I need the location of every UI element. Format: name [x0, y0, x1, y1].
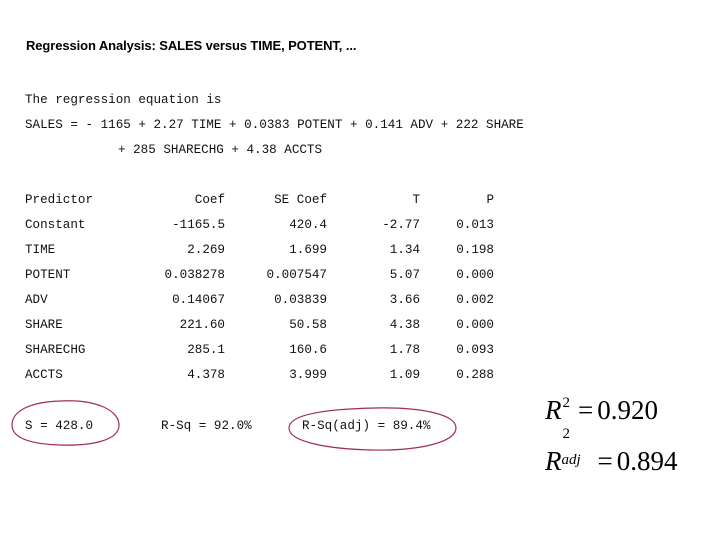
cell-predictor: SHARE	[25, 318, 63, 332]
table-row: POTENT 0.038278 0.007547 5.07 0.000	[25, 268, 494, 293]
coefficient-table: Predictor Coef SE Coef T P Constant -116…	[25, 193, 494, 393]
r-squared-adj-value: 0.894	[616, 446, 678, 476]
header-se-coef: SE Coef	[274, 193, 327, 207]
cell-coef: 4.378	[187, 368, 225, 382]
cell-p: 0.288	[456, 368, 494, 382]
equals-sign: =	[578, 395, 594, 425]
cell-predictor: TIME	[25, 243, 56, 257]
cell-predictor: Constant	[25, 218, 86, 232]
header-t: T	[412, 193, 420, 207]
table-row: SHARECHG 285.1 160.6 1.78 0.093	[25, 343, 494, 368]
r-adj-scripts: 2 adj	[561, 426, 590, 470]
cell-t: 3.66	[389, 293, 420, 307]
cell-se-coef: 0.007547	[266, 268, 327, 282]
cell-se-coef: 1.699	[289, 243, 327, 257]
cell-predictor: ACCTS	[25, 368, 63, 382]
table-row: TIME 2.269 1.699 1.34 0.198	[25, 243, 494, 268]
equation-line-1: SALES = - 1165 + 2.27 TIME + 0.0383 POTE…	[25, 118, 524, 132]
equation-intro: The regression equation is	[25, 93, 222, 107]
cell-se-coef: 160.6	[289, 343, 327, 357]
cell-p: 0.093	[456, 343, 494, 357]
cell-p: 0.002	[456, 293, 494, 307]
table-row: ADV 0.14067 0.03839 3.66 0.002	[25, 293, 494, 318]
table-row: Constant -1165.5 420.4 -2.77 0.013	[25, 218, 494, 243]
cell-t: 4.38	[389, 318, 420, 332]
r-squared-adj-formula: R 2 adj = 0.894	[545, 426, 678, 477]
cell-t: 1.78	[389, 343, 420, 357]
cell-se-coef: 0.03839	[274, 293, 327, 307]
header-predictor: Predictor	[25, 193, 94, 207]
cell-coef: 285.1	[187, 343, 225, 357]
cell-se-coef: 420.4	[289, 218, 327, 232]
header-coef: Coef	[194, 193, 225, 207]
cell-predictor: POTENT	[25, 268, 71, 282]
r-squared-value: 0.920	[597, 395, 658, 425]
cell-t: 1.34	[389, 243, 420, 257]
r-superscript: 2	[562, 426, 571, 442]
cell-p: 0.198	[456, 243, 494, 257]
summary-s: S = 428.0	[25, 419, 94, 433]
cell-se-coef: 50.58	[289, 318, 327, 332]
table-header-row: Predictor Coef SE Coef T P	[25, 193, 494, 218]
summary-r-sq-adj: R-Sq(adj) = 89.4%	[302, 419, 431, 433]
table-row: SHARE 221.60 50.58 4.38 0.000	[25, 318, 494, 343]
cell-coef: 2.269	[187, 243, 225, 257]
summary-r-sq: R-Sq = 92.0%	[161, 419, 252, 433]
equation-line-2: + 285 SHARECHG + 4.38 ACCTS	[118, 143, 323, 157]
equals-sign: =	[597, 446, 613, 476]
cell-t: 5.07	[389, 268, 420, 282]
r-subscript-adj: adj	[561, 452, 581, 468]
cell-predictor: ADV	[25, 293, 48, 307]
cell-coef: 221.60	[179, 318, 225, 332]
r-symbol: R	[545, 446, 562, 476]
cell-p: 0.013	[456, 218, 494, 232]
report-title: Regression Analysis: SALES versus TIME, …	[26, 38, 357, 53]
cell-p: 0.000	[456, 268, 494, 282]
cell-t: -2.77	[382, 218, 420, 232]
r-symbol: R	[545, 395, 562, 425]
cell-predictor: SHARECHG	[25, 343, 86, 357]
table-row: ACCTS 4.378 3.999 1.09 0.288	[25, 368, 494, 393]
r-superscript: 2	[562, 395, 571, 411]
r-squared-formula: R2 = 0.920	[545, 395, 658, 426]
cell-coef: -1165.5	[172, 218, 225, 232]
cell-t: 1.09	[389, 368, 420, 382]
cell-se-coef: 3.999	[289, 368, 327, 382]
header-p: P	[486, 193, 494, 207]
cell-coef: 0.038278	[164, 268, 225, 282]
cell-p: 0.000	[456, 318, 494, 332]
cell-coef: 0.14067	[172, 293, 225, 307]
